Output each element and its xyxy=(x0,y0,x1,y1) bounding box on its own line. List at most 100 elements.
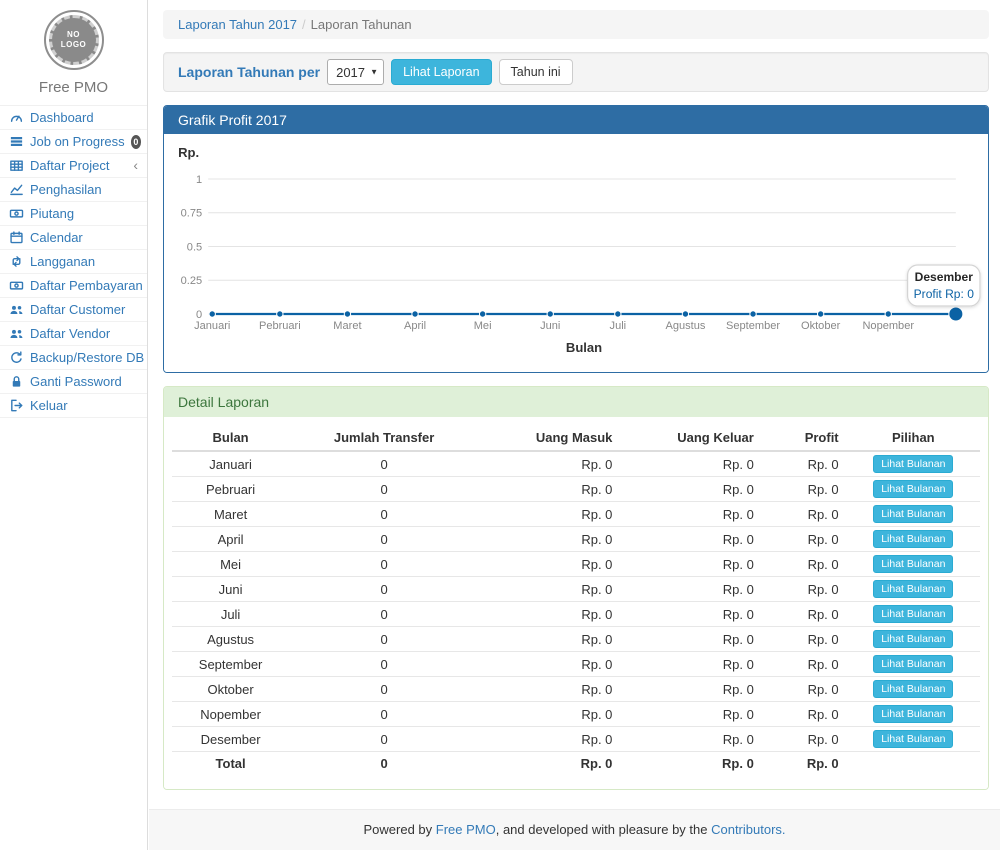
lihat-bulanan-button[interactable]: Lihat Bulanan xyxy=(873,630,953,648)
cell: Rp. 0 xyxy=(762,752,847,775)
svg-text:1: 1 xyxy=(196,174,202,186)
svg-text:Desember: Desember xyxy=(915,270,974,284)
cell: Juli xyxy=(172,602,289,627)
cell: Rp. 0 xyxy=(762,627,847,652)
cell: Rp. 0 xyxy=(479,752,620,775)
lihat-bulanan-button[interactable]: Lihat Bulanan xyxy=(873,655,953,673)
svg-text:0.5: 0.5 xyxy=(187,242,202,254)
lihat-bulanan-button[interactable]: Lihat Bulanan xyxy=(873,530,953,548)
lihat-bulanan-button[interactable]: Lihat Bulanan xyxy=(873,480,953,498)
cell: Rp. 0 xyxy=(479,552,620,577)
cell: 0 xyxy=(289,727,479,752)
detail-panel-title: Detail Laporan xyxy=(164,387,988,417)
sidebar-item-label: Job on Progress xyxy=(30,133,125,150)
sidebar-item-label: Ganti Password xyxy=(30,373,122,390)
tahun-ini-button[interactable]: Tahun ini xyxy=(499,59,573,85)
table-total-row: Total0Rp. 0Rp. 0Rp. 0 xyxy=(172,752,980,775)
cell: Rp. 0 xyxy=(762,602,847,627)
logo: NO LOGO xyxy=(0,0,147,72)
cell: Rp. 0 xyxy=(620,552,761,577)
table-row: Mei0Rp. 0Rp. 0Rp. 0Lihat Bulanan xyxy=(172,552,980,577)
svg-text:Maret: Maret xyxy=(333,320,361,332)
breadcrumb-separator: / xyxy=(302,17,306,32)
cell: Rp. 0 xyxy=(620,677,761,702)
cell: Rp. 0 xyxy=(479,602,620,627)
chart-panel-title: Grafik Profit 2017 xyxy=(164,106,988,134)
free-pmo-link[interactable]: Free PMO xyxy=(436,822,496,837)
cell: Rp. 0 xyxy=(620,477,761,502)
cell-pilihan: Lihat Bulanan xyxy=(847,577,980,602)
no-logo-badge: NO LOGO xyxy=(44,10,104,70)
col-bulan: Bulan xyxy=(172,425,289,451)
profit-line-chart[interactable]: Rp.00.250.50.751JanuariPebruariMaretApri… xyxy=(164,134,988,372)
sidebar-item-daftar-project[interactable]: Daftar Project‹ xyxy=(0,154,147,178)
lihat-bulanan-button[interactable]: Lihat Bulanan xyxy=(873,730,953,748)
brand-name: Free PMO xyxy=(0,72,147,105)
sidebar-item-dashboard[interactable]: Dashboard xyxy=(0,106,147,130)
lihat-bulanan-button[interactable]: Lihat Bulanan xyxy=(873,580,953,598)
cell: Rp. 0 xyxy=(620,602,761,627)
sidebar-menu: DashboardJob on Progress0Daftar Project‹… xyxy=(0,105,147,418)
cell-pilihan: Lihat Bulanan xyxy=(847,552,980,577)
cell: September xyxy=(172,652,289,677)
sidebar-item-daftar-pembayaran[interactable]: Daftar Pembayaran xyxy=(0,274,147,298)
cell: Rp. 0 xyxy=(620,702,761,727)
money-icon xyxy=(9,206,24,221)
cell: 0 xyxy=(289,552,479,577)
sidebar-item-label: Daftar Vendor xyxy=(30,325,110,342)
contributors-link[interactable]: Contributors. xyxy=(711,822,785,837)
lihat-bulanan-button[interactable]: Lihat Bulanan xyxy=(873,455,953,473)
cell: 0 xyxy=(289,677,479,702)
lihat-bulanan-button[interactable]: Lihat Bulanan xyxy=(873,605,953,623)
svg-text:September: September xyxy=(726,320,780,332)
table-row: April0Rp. 0Rp. 0Rp. 0Lihat Bulanan xyxy=(172,527,980,552)
svg-text:Juni: Juni xyxy=(540,320,560,332)
cell: Agustus xyxy=(172,627,289,652)
sidebar-item-calendar[interactable]: Calendar xyxy=(0,226,147,250)
sidebar-item-daftar-vendor[interactable]: Daftar Vendor xyxy=(0,322,147,346)
table-row: Pebruari0Rp. 0Rp. 0Rp. 0Lihat Bulanan xyxy=(172,477,980,502)
cell: 0 xyxy=(289,451,479,477)
sidebar-item-piutang[interactable]: Piutang xyxy=(0,202,147,226)
svg-text:0.75: 0.75 xyxy=(181,208,203,220)
cell: Rp. 0 xyxy=(620,652,761,677)
table-row: Januari0Rp. 0Rp. 0Rp. 0Lihat Bulanan xyxy=(172,451,980,477)
col-pilihan: Pilihan xyxy=(847,425,980,451)
table-row: Nopember0Rp. 0Rp. 0Rp. 0Lihat Bulanan xyxy=(172,702,980,727)
breadcrumb: Laporan Tahun 2017/Laporan Tahunan xyxy=(163,10,989,39)
breadcrumb-link-laporan-tahun[interactable]: Laporan Tahun 2017 xyxy=(178,17,297,32)
dashboard-icon xyxy=(9,110,24,125)
table-row: Agustus0Rp. 0Rp. 0Rp. 0Lihat Bulanan xyxy=(172,627,980,652)
sidebar-item-backup-restore-db[interactable]: Backup/Restore DB xyxy=(0,346,147,370)
lihat-bulanan-button[interactable]: Lihat Bulanan xyxy=(873,555,953,573)
cell-pilihan: Lihat Bulanan xyxy=(847,627,980,652)
cell: Rp. 0 xyxy=(479,451,620,477)
lihat-laporan-button[interactable]: Lihat Laporan xyxy=(391,59,491,85)
cell: Oktober xyxy=(172,677,289,702)
lock-icon xyxy=(9,374,24,389)
cell-pilihan: Lihat Bulanan xyxy=(847,602,980,627)
cell: Rp. 0 xyxy=(479,527,620,552)
sidebar-item-langganan[interactable]: Langganan xyxy=(0,250,147,274)
cell-pilihan: Lihat Bulanan xyxy=(847,451,980,477)
table-row: Maret0Rp. 0Rp. 0Rp. 0Lihat Bulanan xyxy=(172,502,980,527)
cell: Rp. 0 xyxy=(479,702,620,727)
sidebar-item-daftar-customer[interactable]: Daftar Customer xyxy=(0,298,147,322)
lihat-bulanan-button[interactable]: Lihat Bulanan xyxy=(873,680,953,698)
sidebar-item-job-on-progress[interactable]: Job on Progress0 xyxy=(0,130,147,154)
sidebar-item-penghasilan[interactable]: Penghasilan xyxy=(0,178,147,202)
cell: Rp. 0 xyxy=(479,652,620,677)
year-select[interactable]: 2017 xyxy=(327,59,384,85)
cell-pilihan: Lihat Bulanan xyxy=(847,702,980,727)
sidebar-item-label: Daftar Pembayaran xyxy=(30,277,143,294)
col-uang-masuk: Uang Masuk xyxy=(479,425,620,451)
lihat-bulanan-button[interactable]: Lihat Bulanan xyxy=(873,505,953,523)
svg-text:Oktober: Oktober xyxy=(801,320,841,332)
filter-label: Laporan Tahunan per xyxy=(178,64,320,80)
sidebar-item-label: Daftar Project xyxy=(30,157,109,174)
cell: Rp. 0 xyxy=(762,652,847,677)
sidebar-item-ganti-password[interactable]: Ganti Password xyxy=(0,370,147,394)
cell: Rp. 0 xyxy=(479,502,620,527)
sidebar-item-keluar[interactable]: Keluar xyxy=(0,394,147,418)
lihat-bulanan-button[interactable]: Lihat Bulanan xyxy=(873,705,953,723)
